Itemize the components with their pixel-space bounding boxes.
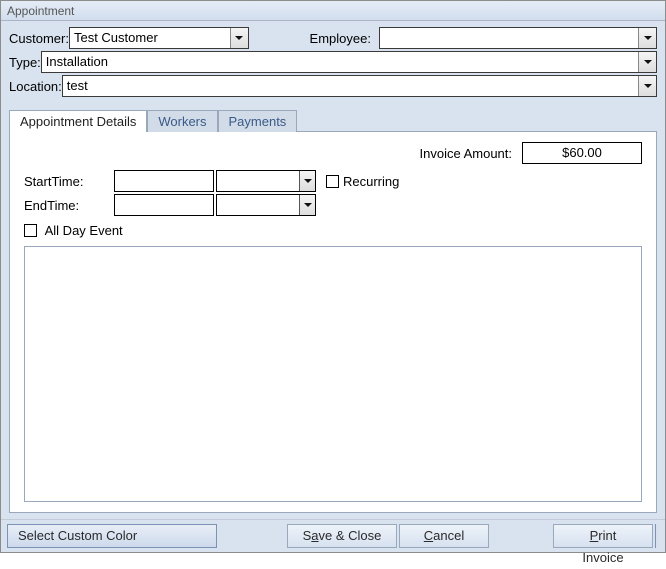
tab-payments[interactable]: Payments xyxy=(218,110,298,132)
footer: Select Custom Color Save & Close Cancel … xyxy=(1,519,665,552)
notes-textarea[interactable] xyxy=(24,246,642,502)
chevron-down-icon[interactable] xyxy=(230,28,248,48)
location-value: test xyxy=(67,78,88,93)
start-date-input[interactable] xyxy=(114,170,214,192)
chevron-down-icon[interactable] xyxy=(299,171,315,191)
invoice-amount-label: Invoice Amount: xyxy=(420,146,513,161)
employee-label: Employee: xyxy=(269,31,379,46)
customer-dropdown[interactable]: Test Customer xyxy=(69,27,249,49)
type-value: Installation xyxy=(46,54,108,69)
chevron-down-icon[interactable] xyxy=(638,52,656,72)
chevron-down-icon[interactable] xyxy=(299,195,315,215)
footer-edge xyxy=(655,524,659,548)
header-form: Customer: Test Customer Employee: Type: … xyxy=(1,21,665,103)
start-time-dropdown[interactable] xyxy=(216,170,316,192)
customer-label: Customer: xyxy=(9,31,69,46)
type-dropdown[interactable]: Installation xyxy=(41,51,657,73)
tab-area: Appointment Details Workers Payments Inv… xyxy=(1,103,665,519)
tabstrip: Appointment Details Workers Payments xyxy=(9,107,657,131)
end-time-dropdown[interactable] xyxy=(216,194,316,216)
recurring-checkbox[interactable] xyxy=(326,175,339,188)
invoice-amount-value: $60.00 xyxy=(522,142,642,164)
end-date-input[interactable] xyxy=(114,194,214,216)
recurring-label: Recurring xyxy=(343,174,399,189)
all-day-checkbox[interactable] xyxy=(24,224,37,237)
tab-body-details: Invoice Amount: $60.00 StartTime: Recurr… xyxy=(9,131,657,513)
chevron-down-icon[interactable] xyxy=(638,76,656,96)
cancel-button[interactable]: Cancel xyxy=(399,524,489,548)
location-label: Location: xyxy=(9,79,62,94)
employee-dropdown[interactable] xyxy=(379,27,657,49)
customer-value: Test Customer xyxy=(74,30,158,45)
tab-workers[interactable]: Workers xyxy=(147,110,217,132)
start-time-label: StartTime: xyxy=(24,174,114,189)
all-day-label: All Day Event xyxy=(45,223,123,238)
appointment-window: Appointment Customer: Test Customer Empl… xyxy=(0,0,666,553)
chevron-down-icon[interactable] xyxy=(638,28,656,48)
type-label: Type: xyxy=(9,55,41,70)
print-invoice-button[interactable]: Print Invoice xyxy=(553,524,653,548)
end-time-label: EndTime: xyxy=(24,198,114,213)
select-custom-color-button[interactable]: Select Custom Color xyxy=(7,524,217,548)
tab-appointment-details[interactable]: Appointment Details xyxy=(9,110,147,132)
save-and-close-button[interactable]: Save & Close xyxy=(287,524,397,548)
window-title: Appointment xyxy=(1,1,665,21)
location-dropdown[interactable]: test xyxy=(62,75,657,97)
